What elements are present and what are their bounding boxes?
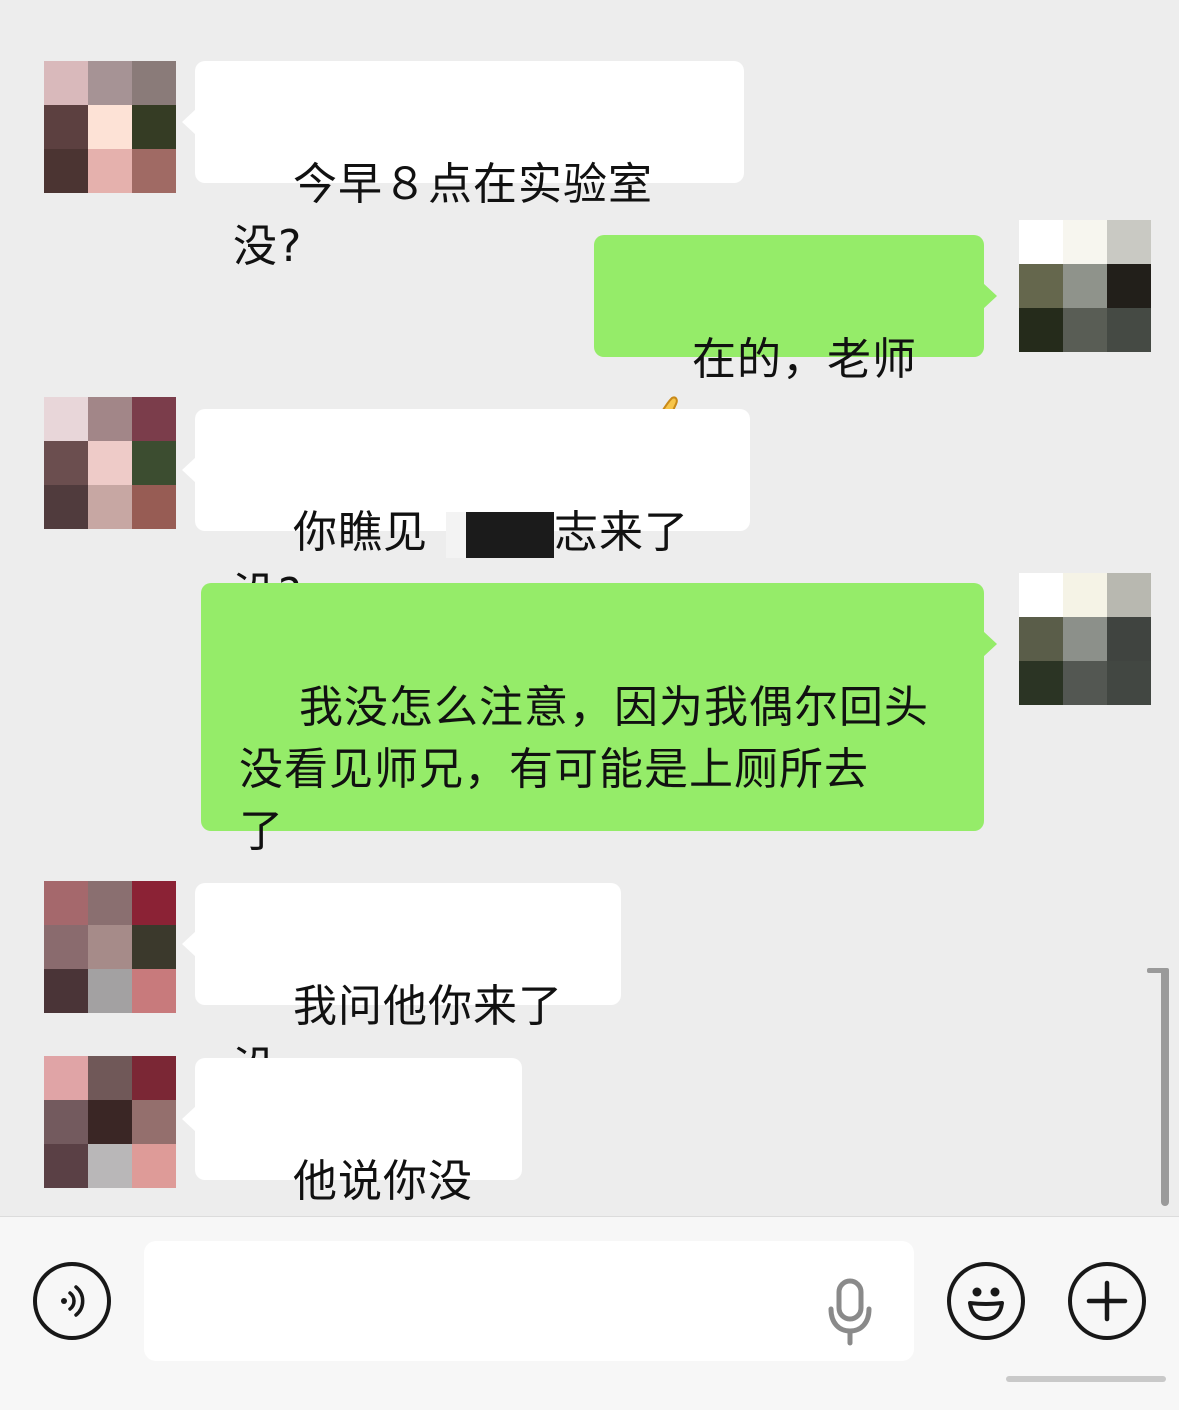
chat-area[interactable]: 今早８点在实验室没? 在的，老师 你瞧见志来了没? 我没怎么注意，因为我偶尔回头…	[0, 0, 1179, 1269]
avatar-pixel	[132, 969, 176, 1013]
home-indicator	[1006, 1376, 1166, 1382]
avatar-pixel	[132, 925, 176, 969]
avatar-pixel	[44, 1056, 88, 1100]
message-bubble-incoming[interactable]: 今早８点在实验室没?	[182, 61, 744, 272]
avatar-pixel	[44, 149, 88, 193]
avatar-pixel	[1019, 661, 1063, 705]
avatar-pixel	[1107, 617, 1151, 661]
message-bubble-incoming[interactable]: 我问他你来了没	[182, 883, 621, 1094]
avatar-pixel	[1063, 573, 1107, 617]
more-button[interactable]	[1068, 1262, 1146, 1340]
scrollbar-cap	[1147, 968, 1169, 973]
self-avatar[interactable]	[1019, 573, 1151, 705]
avatar-pixel	[88, 441, 132, 485]
avatar-pixel	[132, 1144, 176, 1188]
microphone-icon[interactable]	[825, 1277, 875, 1347]
avatar-pixel	[88, 969, 132, 1013]
voice-toggle-icon	[61, 1285, 85, 1317]
avatar-pixel	[132, 1056, 176, 1100]
avatar-pixel	[1019, 617, 1063, 661]
emoji-button[interactable]	[947, 1262, 1025, 1340]
avatar-pixel	[44, 1100, 88, 1144]
avatar-pixel	[44, 485, 88, 529]
avatar-pixel	[132, 61, 176, 105]
emoji-icon	[968, 1287, 1004, 1321]
message-bubble-outgoing[interactable]: 我没怎么注意，因为我偶尔回头 没看见师兄，有可能是上厕所去 了	[201, 583, 997, 857]
avatar-pixel	[88, 881, 132, 925]
avatar-pixel	[44, 61, 88, 105]
avatar-pixel	[44, 881, 88, 925]
message-text: 在的，老师	[691, 334, 917, 385]
scrollbar[interactable]	[1161, 968, 1169, 1206]
contact-avatar[interactable]	[44, 61, 176, 193]
avatar-pixel	[88, 1056, 132, 1100]
avatar-pixel	[88, 1100, 132, 1144]
plus-icon	[1086, 1280, 1128, 1322]
avatar-pixel	[88, 61, 132, 105]
redacted-block	[465, 512, 554, 558]
avatar-pixel	[88, 149, 132, 193]
avatar-pixel	[88, 485, 132, 529]
avatar-pixel	[44, 441, 88, 485]
voice-toggle-button[interactable]	[33, 1262, 111, 1340]
avatar-pixel	[1063, 661, 1107, 705]
self-avatar[interactable]	[1019, 220, 1151, 352]
avatar-pixel	[1107, 220, 1151, 264]
avatar-pixel	[88, 1144, 132, 1188]
avatar-pixel	[1019, 264, 1063, 308]
avatar-pixel	[1107, 264, 1151, 308]
avatar-pixel	[1107, 308, 1151, 352]
avatar-pixel	[44, 925, 88, 969]
message-bubble-incoming[interactable]: 他说你没来	[182, 1058, 522, 1269]
message-text: 我没怎么注意，因为我偶尔回头 没看见师兄，有可能是上厕所去 了	[239, 682, 929, 857]
avatar-pixel	[1107, 573, 1151, 617]
avatar-pixel	[88, 397, 132, 441]
avatar-pixel	[44, 105, 88, 149]
avatar-pixel	[44, 397, 88, 441]
avatar-pixel	[44, 1144, 88, 1188]
avatar-pixel	[1019, 573, 1063, 617]
contact-avatar[interactable]	[44, 881, 176, 1013]
input-toolbar	[0, 1216, 1179, 1410]
avatar-pixel	[132, 441, 176, 485]
avatar-pixel	[132, 149, 176, 193]
message-bubble-outgoing[interactable]: 在的，老师	[594, 235, 997, 440]
contact-avatar[interactable]	[44, 397, 176, 529]
avatar-pixel	[1107, 661, 1151, 705]
avatar-pixel	[88, 105, 132, 149]
avatar-pixel	[88, 925, 132, 969]
avatar-pixel	[132, 105, 176, 149]
avatar-pixel	[1063, 617, 1107, 661]
avatar-pixel	[132, 881, 176, 925]
avatar-pixel	[132, 1100, 176, 1144]
avatar-pixel	[1019, 220, 1063, 264]
avatar-pixel	[44, 969, 88, 1013]
avatar-pixel	[1063, 264, 1107, 308]
avatar-pixel	[1063, 220, 1107, 264]
contact-avatar[interactable]	[44, 1056, 176, 1188]
message-text: 今早８点在实验室没?	[233, 159, 653, 272]
message-input[interactable]	[144, 1241, 914, 1361]
avatar-pixel	[1063, 308, 1107, 352]
avatar-pixel	[132, 485, 176, 529]
message-text-part: 你瞧见	[292, 507, 428, 558]
avatar-pixel	[1019, 308, 1063, 352]
message-bubble-incoming[interactable]: 你瞧见志来了没?	[182, 409, 750, 620]
avatar-pixel	[132, 397, 176, 441]
redacted-block	[445, 512, 466, 558]
